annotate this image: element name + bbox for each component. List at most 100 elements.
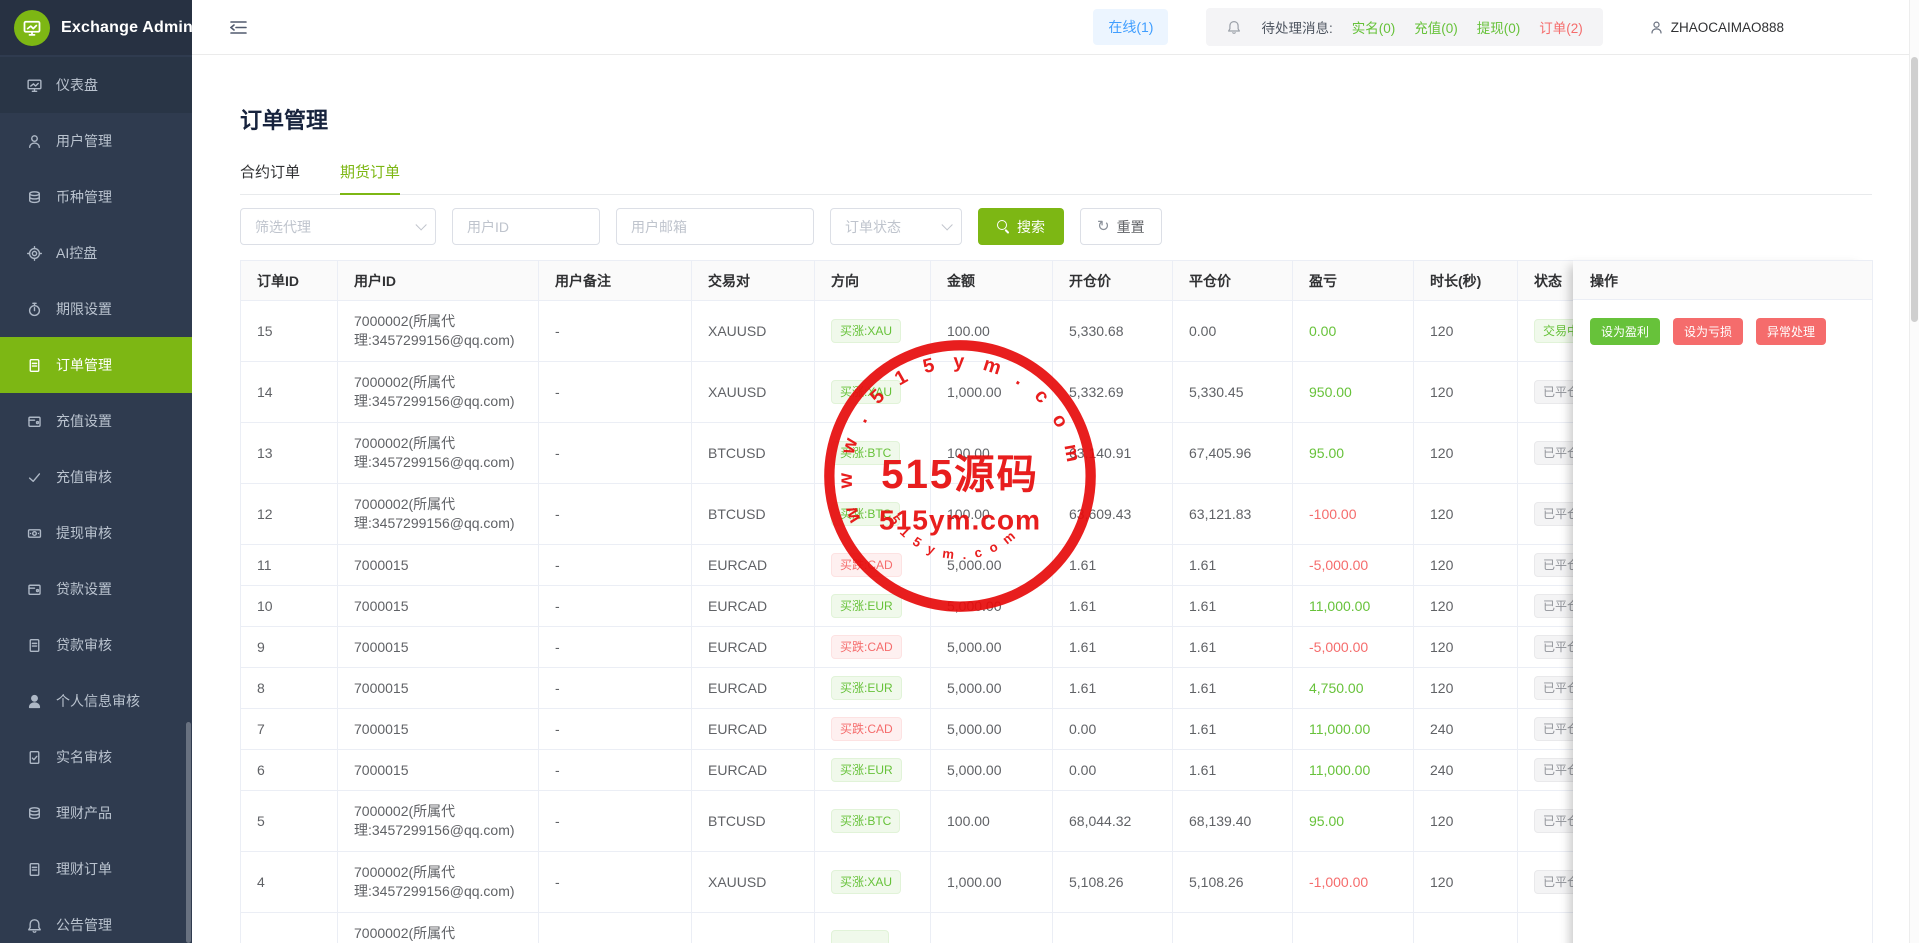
topbar: 在线(1) 待处理消息: 实名(0)充值(0)提现(0)订单(2) ZHAOCA… xyxy=(192,0,1919,55)
page-content: 订单管理 合约订单期货订单 筛选代理 订单状态 搜索 ↻ 重置 xyxy=(192,55,1919,943)
pending-item[interactable]: 充值(0) xyxy=(1414,17,1458,37)
cell-user-remark: - xyxy=(539,362,692,423)
sidebar-item-order-doc[interactable]: 订单管理 xyxy=(0,337,192,393)
cell-pnl: -100.00 xyxy=(1293,484,1414,545)
cell-direction: 买涨:BTC xyxy=(815,484,931,545)
cell-open-price: 1.61 xyxy=(1053,545,1173,586)
app-title: Exchange Admin xyxy=(61,19,193,37)
cell-user-remark: - xyxy=(539,484,692,545)
cell-direction: 买跌:CAD xyxy=(815,545,931,586)
user-email-input[interactable] xyxy=(616,208,814,245)
page-scrollbar-thumb[interactable] xyxy=(1911,57,1918,322)
cell-direction: 买涨:EUR xyxy=(815,586,931,627)
column-header: 用户ID xyxy=(338,261,539,301)
cell-direction: 买涨:XAU xyxy=(815,852,931,913)
cell-direction: 买涨:EUR xyxy=(815,750,931,791)
sidebar-item-label: 期限设置 xyxy=(56,299,112,319)
user-id-input[interactable] xyxy=(452,208,600,245)
ops-row: 设为盈利设为亏损异常处理 xyxy=(1573,300,1872,362)
sidebar-item-dashboard[interactable]: 仪表盘 xyxy=(0,57,192,113)
user-menu[interactable]: ZHAOCAIMAO888 xyxy=(1649,20,1784,35)
sidebar-item-doc[interactable]: 贷款审核 xyxy=(0,617,192,673)
sidebar-scrollbar-thumb[interactable] xyxy=(186,722,191,943)
collapse-sidebar-icon[interactable] xyxy=(230,20,247,35)
tab-0[interactable]: 合约订单 xyxy=(240,161,300,194)
bell-icon xyxy=(1226,19,1242,35)
cell-open-price: 0.00 xyxy=(1053,750,1173,791)
cell-open-price: 63,140.91 xyxy=(1053,423,1173,484)
cell-user-remark: - xyxy=(539,852,692,913)
doc-icon xyxy=(26,637,43,654)
banknote-icon xyxy=(26,525,43,542)
cell-pair: XAUUSD xyxy=(692,852,815,913)
search-button[interactable]: 搜索 xyxy=(978,208,1064,245)
refresh-icon: ↻ xyxy=(1097,219,1110,234)
cell-duration: 240 xyxy=(1414,750,1518,791)
sidebar-item-gear[interactable]: AI控盘 xyxy=(0,225,192,281)
sidebar-item-wallet[interactable]: 充值设置 xyxy=(0,393,192,449)
ops-row xyxy=(1573,758,1872,800)
app-logo-icon xyxy=(14,10,50,46)
page-scrollbar[interactable] xyxy=(1909,0,1919,943)
action-button-abnormal[interactable]: 异常处理 xyxy=(1756,318,1826,345)
action-button-set-profit[interactable]: 设为盈利 xyxy=(1590,318,1660,345)
sidebar-item-wallet[interactable]: 贷款设置 xyxy=(0,561,192,617)
sidebar-item-check[interactable]: 充值审核 xyxy=(0,449,192,505)
cell-duration: 120 xyxy=(1414,301,1518,362)
sidebar-item-users[interactable]: 用户管理 xyxy=(0,113,192,169)
cell-close-price: 63,121.83 xyxy=(1173,484,1293,545)
gear-icon xyxy=(26,245,43,262)
sidebar-item-doc[interactable]: 理财订单 xyxy=(0,841,192,897)
cell-close-price: 1.61 xyxy=(1173,586,1293,627)
doc-check-icon xyxy=(26,749,43,766)
sidebar-item-timer[interactable]: 期限设置 xyxy=(0,281,192,337)
reset-button[interactable]: ↻ 重置 xyxy=(1080,208,1162,245)
main-area: 在线(1) 待处理消息: 实名(0)充值(0)提现(0)订单(2) ZHAOCA… xyxy=(192,0,1919,943)
sidebar-item-label: 理财产品 xyxy=(56,803,112,823)
pending-item[interactable]: 实名(0) xyxy=(1352,17,1396,37)
cell-close-price: 5,108.26 xyxy=(1173,852,1293,913)
sidebar-item-bell[interactable]: 公告管理 xyxy=(0,897,192,943)
sidebar-item-person-fill[interactable]: 个人信息审核 xyxy=(0,673,192,729)
cell-duration: 120 xyxy=(1414,668,1518,709)
cell-user-id: 7000015 xyxy=(338,627,539,668)
action-button-set-loss[interactable]: 设为亏损 xyxy=(1673,318,1743,345)
cell-duration: 120 xyxy=(1414,545,1518,586)
cell-order-id: 7 xyxy=(241,709,338,750)
sidebar-item-coins[interactable]: 理财产品 xyxy=(0,785,192,841)
cell-user-id: 7000015 xyxy=(338,545,539,586)
sidebar-item-label: 个人信息审核 xyxy=(56,691,140,711)
order-status-select[interactable]: 订单状态 xyxy=(830,208,962,245)
tab-1[interactable]: 期货订单 xyxy=(340,161,400,194)
cell-amount: 5,000.00 xyxy=(931,750,1053,791)
direction-tag: 买涨:EUR xyxy=(831,676,902,700)
cell-user-id: 7000015 xyxy=(338,709,539,750)
coins-icon xyxy=(26,805,43,822)
sidebar-menu: 仪表盘用户管理币种管理AI控盘期限设置订单管理充值设置充值审核提现审核贷款设置贷… xyxy=(0,55,192,943)
app-root: { "app": { "title": "Exchange Admin" }, … xyxy=(0,0,1919,943)
cell-pair: EURCAD xyxy=(692,586,815,627)
sidebar-item-coins[interactable]: 币种管理 xyxy=(0,169,192,225)
cell-amount: 100.00 xyxy=(931,791,1053,852)
cell-order-id: 14 xyxy=(241,362,338,423)
pending-item[interactable]: 订单(2) xyxy=(1539,17,1583,37)
sidebar-item-doc-check[interactable]: 实名审核 xyxy=(0,729,192,785)
pending-item[interactable]: 提现(0) xyxy=(1477,17,1521,37)
sidebar-item-banknote[interactable]: 提现审核 xyxy=(0,505,192,561)
cell-open-price: 63,609.43 xyxy=(1053,484,1173,545)
direction-tag: 买跌:CAD xyxy=(831,553,902,577)
cell-close-price: 1.61 xyxy=(1173,668,1293,709)
online-badge[interactable]: 在线(1) xyxy=(1093,9,1168,45)
cell-amount: 1,000.00 xyxy=(931,852,1053,913)
chevron-down-icon xyxy=(415,219,426,230)
pending-items: 实名(0) 充值(0) 提现(0) 订单(2) xyxy=(1352,17,1583,37)
cell-duration xyxy=(1414,913,1518,943)
agent-filter-select[interactable]: 筛选代理 xyxy=(240,208,436,245)
filter-bar: 筛选代理 订单状态 搜索 ↻ 重置 xyxy=(240,208,1872,245)
direction-tag: 买涨:BTC xyxy=(831,441,900,465)
cell-close-price xyxy=(1173,913,1293,943)
column-header: 订单ID xyxy=(241,261,338,301)
cell-user-remark: - xyxy=(539,668,692,709)
cell-duration: 120 xyxy=(1414,423,1518,484)
wallet-icon xyxy=(26,413,43,430)
